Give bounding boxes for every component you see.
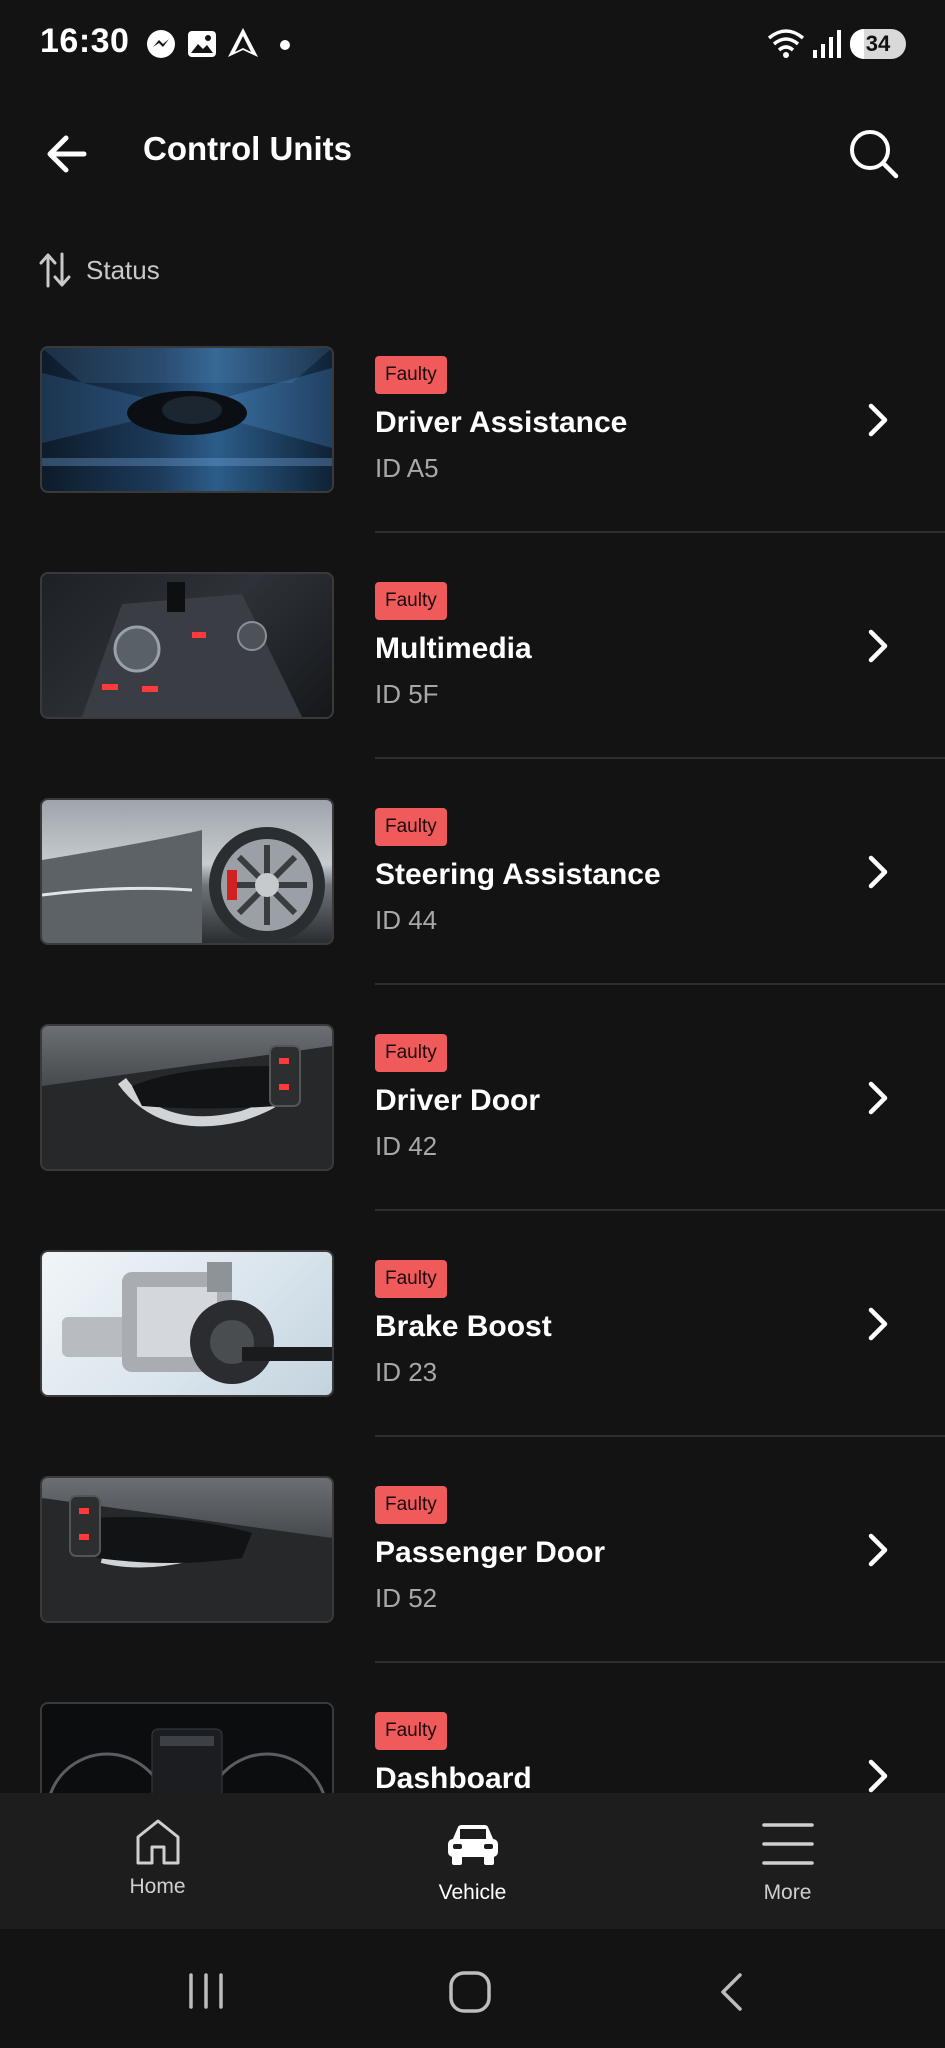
search-icon[interactable] [848,128,900,180]
chevron-right-icon [868,855,888,889]
sort-label: Status [86,254,160,285]
list-item[interactable]: Faulty Driver Door ID 42 [0,1016,945,1242]
chevron-right-icon [868,1759,888,1793]
status-time: 16:30 [40,22,130,60]
status-badge: Faulty [375,1260,447,1298]
divider [375,531,945,533]
notification-dot-icon [280,40,290,50]
control-unit-image [40,798,334,945]
control-unit-name: Brake Boost [375,1310,552,1343]
list-item[interactable]: Faulty Dashboard [0,1694,945,1793]
signal-icon [813,30,841,58]
control-unit-name: Passenger Door [375,1536,606,1569]
control-unit-name: Dashboard [375,1762,532,1793]
divider [375,757,945,759]
recent-apps-icon[interactable] [186,1971,226,2011]
list-item[interactable]: Faulty Brake Boost ID 23 [0,1242,945,1468]
chevron-right-icon [868,1307,888,1341]
control-unit-image [40,1476,334,1623]
control-unit-name: Driver Assistance [375,406,628,439]
control-unit-name: Driver Door [375,1084,541,1117]
status-bar: 16:30 34 [0,0,945,90]
chevron-right-icon [868,1081,888,1115]
system-navigation-bar [0,1929,945,2048]
app-header: Control Units [0,110,945,194]
status-badge: Faulty [375,356,447,394]
divider [375,1661,945,1663]
sort-button[interactable]: Status [38,248,160,292]
nav-home[interactable]: Home [0,1793,315,1929]
nav-vehicle[interactable]: Vehicle [315,1793,630,1929]
menu-icon [761,1823,814,1865]
navigation-icon [228,28,258,57]
back-button-icon[interactable] [716,1971,746,2013]
control-unit-id: ID 52 [375,1583,438,1613]
status-badge: Faulty [375,582,447,620]
control-unit-name: Steering Assistance [375,858,661,891]
control-unit-image [40,346,334,493]
status-badge: Faulty [375,1486,447,1524]
control-unit-id: ID 42 [375,1131,438,1161]
list-item[interactable]: Faulty Passenger Door ID 52 [0,1468,945,1694]
home-icon [136,1819,179,1865]
divider [375,983,945,985]
home-button-icon[interactable] [448,1970,492,2014]
nav-home-label: Home [129,1875,186,1898]
battery-level: 34 [865,31,891,56]
nav-more[interactable]: More [630,1793,945,1929]
control-unit-list: Faulty Driver Assistance ID A5 Faulty Mu… [0,338,945,1793]
sort-arrows-icon [39,252,71,288]
list-item[interactable]: Faulty Steering Assistance ID 44 [0,790,945,1016]
control-unit-image [40,1702,334,1793]
back-arrow-icon[interactable] [40,130,100,178]
nav-more-label: More [763,1881,812,1904]
messenger-icon [147,30,175,58]
divider [375,1209,945,1211]
control-unit-id: ID 23 [375,1357,438,1387]
list-item[interactable]: Faulty Driver Assistance ID A5 [0,338,945,564]
chevron-right-icon [868,629,888,663]
control-unit-id: ID 5F [375,679,439,709]
status-badge: Faulty [375,1034,447,1072]
control-unit-id: ID 44 [375,905,438,935]
divider [375,1435,945,1437]
wifi-icon [767,29,805,58]
nav-vehicle-label: Vehicle [438,1881,507,1904]
control-unit-image [40,572,334,719]
car-icon [447,1825,498,1865]
chevron-right-icon [868,403,888,437]
battery-indicator: 34 [850,29,906,59]
status-badge: Faulty [375,1712,447,1750]
chevron-right-icon [868,1533,888,1567]
control-unit-id: ID A5 [375,453,439,483]
status-badge: Faulty [375,808,447,846]
bottom-navigation: Home Vehicle More [0,1793,945,1929]
control-unit-name: Multimedia [375,632,532,665]
gallery-icon [188,31,216,57]
control-unit-image [40,1250,334,1397]
control-unit-image [40,1024,334,1171]
list-item[interactable]: Faulty Multimedia ID 5F [0,564,945,790]
page-title: Control Units [143,130,352,167]
